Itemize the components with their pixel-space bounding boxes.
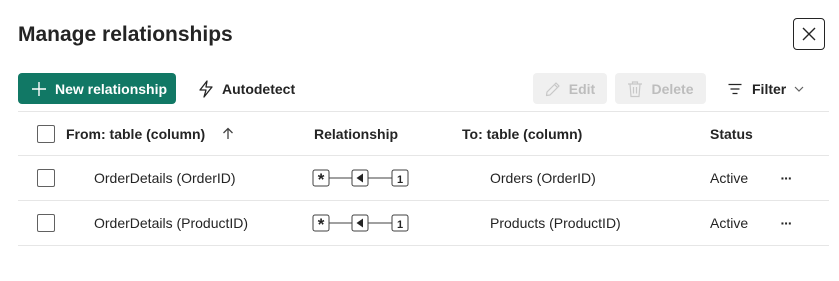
autodetect-button[interactable]: Autodetect (198, 73, 295, 104)
status-cell: Active (710, 215, 749, 231)
select-all-checkbox[interactable] (37, 125, 55, 143)
column-header-status[interactable]: Status (710, 112, 753, 155)
close-icon (802, 27, 816, 41)
row-checkbox[interactable] (37, 169, 55, 187)
to-cell: Products (ProductID) (490, 215, 621, 231)
more-icon[interactable]: ··· (776, 201, 796, 245)
column-header-from[interactable]: From: table (column) (66, 112, 205, 155)
chevron-down-icon (794, 86, 804, 92)
from-cell: OrderDetails (ProductID) (94, 215, 249, 231)
dialog-title: Manage relationships (18, 23, 233, 46)
cardinality-many: * (318, 215, 325, 233)
column-header-relationship[interactable]: Relationship (314, 112, 398, 155)
from-cell: OrderDetails (OrderID) (94, 170, 236, 186)
trash-icon (627, 80, 643, 98)
filter-icon (728, 83, 742, 95)
status-cell: Active (710, 170, 749, 186)
toolbar: New relationship Autodetect Edit Delete … (18, 73, 829, 105)
to-cell: Orders (OrderID) (490, 170, 596, 186)
relationship-diagram: * 1 (312, 201, 414, 245)
delete-label: Delete (651, 80, 694, 97)
new-relationship-button[interactable]: New relationship (18, 73, 176, 104)
new-relationship-label: New relationship (55, 80, 168, 97)
filter-label: Filter (752, 80, 787, 97)
cardinality-many: * (318, 170, 325, 188)
edit-button[interactable]: Edit (533, 73, 607, 104)
relationship-diagram: * 1 (312, 156, 414, 200)
delete-button[interactable]: Delete (615, 73, 706, 104)
table-header: From: table (column) Relationship To: ta… (18, 111, 829, 156)
lightning-icon (198, 79, 214, 98)
autodetect-label: Autodetect (222, 80, 296, 97)
more-icon[interactable]: ··· (776, 156, 796, 200)
edit-label: Edit (568, 80, 596, 97)
pencil-icon (545, 81, 561, 97)
table-row[interactable]: OrderDetails (ProductID) * 1 Products (P… (18, 201, 829, 246)
relationships-table: From: table (column) Relationship To: ta… (18, 111, 829, 246)
cardinality-one: 1 (397, 174, 403, 186)
cardinality-one: 1 (397, 219, 403, 231)
arrow-up-icon (222, 112, 234, 155)
column-header-to[interactable]: To: table (column) (462, 112, 582, 155)
table-row[interactable]: OrderDetails (OrderID) * 1 Orders (Order… (18, 156, 829, 201)
plus-icon (31, 81, 47, 97)
close-button[interactable] (793, 18, 825, 50)
filter-button[interactable]: Filter (728, 73, 804, 104)
row-checkbox[interactable] (37, 214, 55, 232)
